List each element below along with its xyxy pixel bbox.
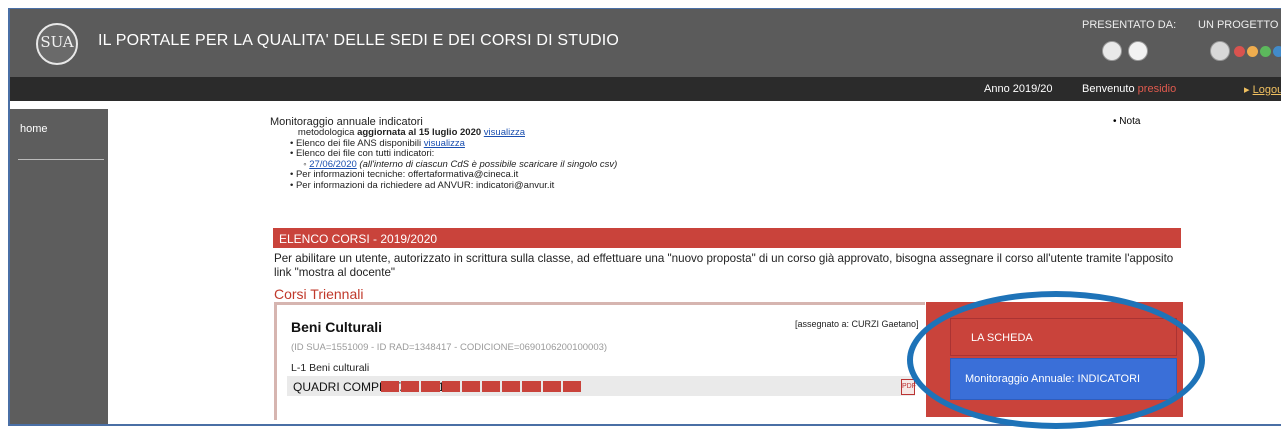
sua-logo[interactable]: SUA [36, 23, 78, 65]
username[interactable]: presidio [1138, 83, 1177, 95]
welcome-label: Benvenuto [1082, 83, 1135, 95]
portal-title: IL PORTALE PER LA QUALITA' DELLE SEDI E … [98, 32, 620, 49]
progress-segment [421, 381, 440, 392]
pdf-icon[interactable]: PDF [901, 379, 916, 395]
progress-segment [542, 381, 561, 392]
progress-segment [482, 381, 501, 392]
row1-prefix: metodologica [297, 127, 355, 138]
list-item: • Per informazioni da richiedere ad ANVU… [290, 179, 555, 191]
row2-text: Elenco dei file ANS disponibili [295, 137, 422, 149]
monitoraggio-indicatori-button[interactable]: Monitoraggio Annuale: INDICATORI [950, 358, 1177, 400]
ans-files-link[interactable]: visualizza [424, 138, 465, 149]
course-class: L-1 Beni culturali [291, 362, 370, 374]
cineca-logo-icon [1128, 41, 1148, 61]
ministry-emblem-icon [1210, 41, 1230, 61]
course-list-info: Per abilitare un utente, autorizzato in … [274, 252, 1174, 279]
quadri-status-bar: QUADRI COMPLETATI 10/10 PDF [287, 376, 916, 396]
assigned-to: [assegnato a: CURZI Gaetano] [795, 319, 919, 329]
partner-logo-icon-2 [1247, 46, 1258, 57]
nota-item[interactable]: • Nota [1113, 116, 1140, 127]
quadri-progress [381, 381, 582, 392]
progress-segment [461, 381, 481, 392]
course-ids: (ID SUA=1551009 - ID RAD=1348417 - CODIC… [291, 342, 608, 353]
date-file-link[interactable]: 27/06/2020 [309, 159, 357, 170]
header: SUA IL PORTALE PER LA QUALITA' DELLE SED… [10, 9, 1281, 77]
progress-segment [401, 381, 420, 392]
row6-text: Per informazioni da richiedere ad ANVUR:… [295, 179, 555, 191]
course-list-header: ELENCO CORSI - 2019/2020 [273, 228, 1181, 248]
methodology-link[interactable]: visualizza [484, 127, 525, 138]
spacer [10, 101, 1281, 109]
progress-segment [502, 381, 521, 392]
scheda-label: LA SCHEDA [971, 332, 1033, 344]
progress-segment [441, 381, 460, 392]
partner-logo-icon-4 [1273, 46, 1281, 57]
row4-note: (all'interno di ciascun CdS è possibile … [359, 158, 618, 170]
row5-text: Per informazioni tecniche: offertaformat… [295, 169, 519, 180]
logout-link[interactable]: ▸ Logou [1244, 83, 1281, 96]
row3-text: Elenco dei file con tutti indicatori: [295, 148, 435, 159]
anvur-logo-icon [1102, 41, 1122, 61]
sidebar-divider [18, 159, 104, 160]
scheda-button[interactable]: LA SCHEDA [950, 318, 1177, 356]
progress-segment [381, 381, 400, 392]
progress-segment [562, 381, 582, 392]
partner-logo-icon-3 [1260, 46, 1271, 57]
presented-by-label: PRESENTATO DA: [1082, 19, 1177, 31]
partner-logo-icon-1 [1234, 46, 1245, 57]
row1-bold: aggiornata al 15 luglio 2020 [357, 127, 482, 138]
monitoraggio-label: Monitoraggio Annuale: INDICATORI [965, 373, 1141, 385]
logout-label: Logou [1252, 84, 1281, 96]
sidebar-item-home[interactable]: home [20, 123, 48, 135]
nota-label: Nota [1119, 116, 1141, 127]
course-list-title: ELENCO CORSI - 2019/2020 [279, 232, 438, 246]
academic-year: Anno 2019/20 [984, 83, 1053, 95]
course-card-content: Beni Culturali [assegnato a: CURZI Gaeta… [277, 306, 922, 416]
section-title: Corsi Triennali [274, 286, 364, 302]
monitoring-list: metodologica aggiornata al 15 luglio 202… [290, 127, 618, 191]
logo-text: SUA [40, 33, 74, 51]
sidebar: home [10, 109, 108, 424]
welcome-text: Benvenuto presidio [1082, 83, 1176, 95]
logout-arrow-icon: ▸ [1244, 84, 1250, 96]
progress-segment [522, 381, 541, 392]
course-name: Beni Culturali [291, 319, 383, 335]
project-of-label: UN PROGETTO DI [1198, 19, 1281, 31]
top-menubar: Anno 2019/20 Benvenuto presidio ▸ Logou [10, 77, 1281, 101]
